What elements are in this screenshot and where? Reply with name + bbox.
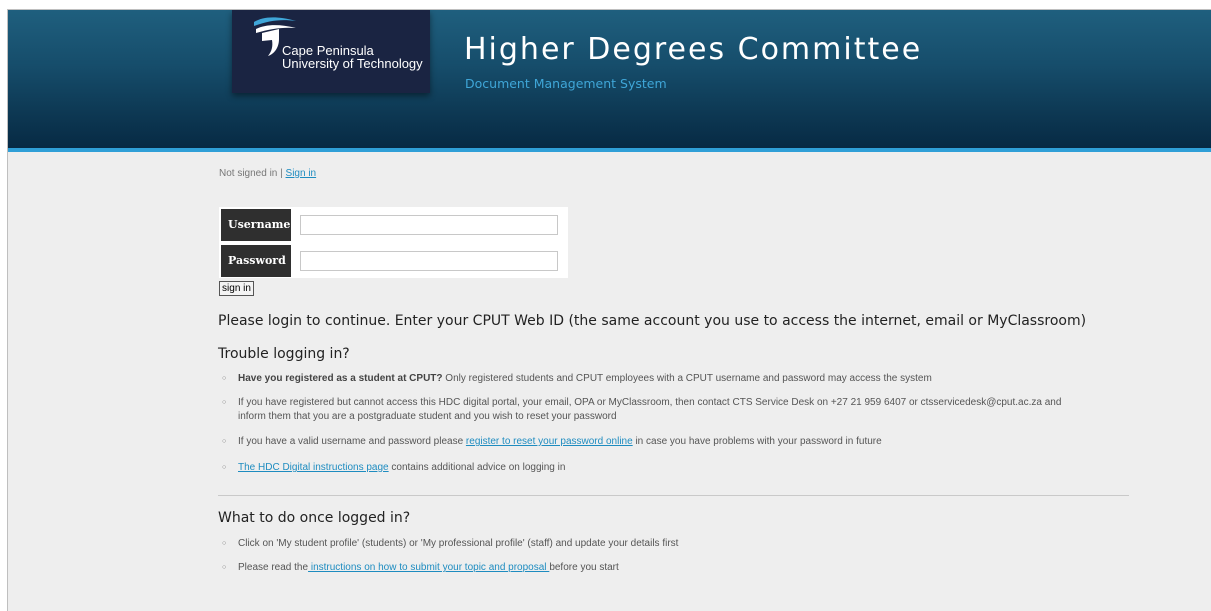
trouble-heading: Trouble logging in? xyxy=(218,346,350,362)
register-reset-link[interactable]: register to reset your password online xyxy=(466,436,633,447)
read-text-pre: Please read the xyxy=(238,562,309,573)
student-question: Have you registered as a student at CPUT… xyxy=(238,373,443,384)
username-label: Username xyxy=(221,209,291,241)
password-label: Password xyxy=(221,245,291,277)
bullet-icon: ○ xyxy=(222,375,227,382)
header-accent-bar xyxy=(8,148,1211,152)
university-logo-text: Cape Peninsula University of Technology xyxy=(282,44,423,70)
bullet-icon: ○ xyxy=(222,540,227,547)
read-text-post: before you start xyxy=(549,562,619,573)
signin-status-text: Not signed in | xyxy=(219,168,286,179)
reset-text-post: in case you have problems with your pass… xyxy=(632,436,882,447)
signin-status: Not signed in | Sign in xyxy=(219,168,316,179)
instructions-page-note: contains additional advice on logging in xyxy=(388,462,566,473)
university-logo[interactable]: Cape Peninsula University of Technology xyxy=(232,10,430,93)
instructions-page-link[interactable]: The HDC Digital instructions page xyxy=(238,462,389,473)
bullet-icon: ○ xyxy=(222,464,227,471)
logo-line-2: University of Technology xyxy=(282,56,423,71)
profile-instruction: Click on 'My student profile' (students)… xyxy=(238,538,679,549)
login-instructions: Please login to continue. Enter your CPU… xyxy=(218,313,1087,329)
proposal-instructions-link[interactable]: instructions on how to submit your topic… xyxy=(308,562,549,573)
after-login-heading: What to do once logged in? xyxy=(218,510,411,526)
bullet-icon: ○ xyxy=(222,399,227,406)
login-form: Username Password xyxy=(219,207,568,278)
reset-text-pre: If you have a valid username and passwor… xyxy=(238,436,466,447)
bullet-icon: ○ xyxy=(222,564,227,571)
section-divider xyxy=(218,495,1129,496)
site-title: Higher Degrees Committee xyxy=(464,32,923,67)
site-header: Cape Peninsula University of Technology … xyxy=(8,10,1211,148)
username-input[interactable] xyxy=(300,215,558,235)
bullet-icon: ○ xyxy=(222,438,227,445)
site-subtitle: Document Management System xyxy=(465,76,667,91)
page-frame: Cape Peninsula University of Technology … xyxy=(7,9,1211,611)
support-line-1: If you have registered but cannot access… xyxy=(238,397,1062,408)
sign-in-button[interactable]: sign in xyxy=(219,281,254,296)
support-line-2: inform them that you are a postgraduate … xyxy=(238,410,617,422)
password-input[interactable] xyxy=(300,251,558,271)
sign-in-link[interactable]: Sign in xyxy=(286,168,317,179)
student-note: Only registered students and CPUT employ… xyxy=(442,373,932,384)
